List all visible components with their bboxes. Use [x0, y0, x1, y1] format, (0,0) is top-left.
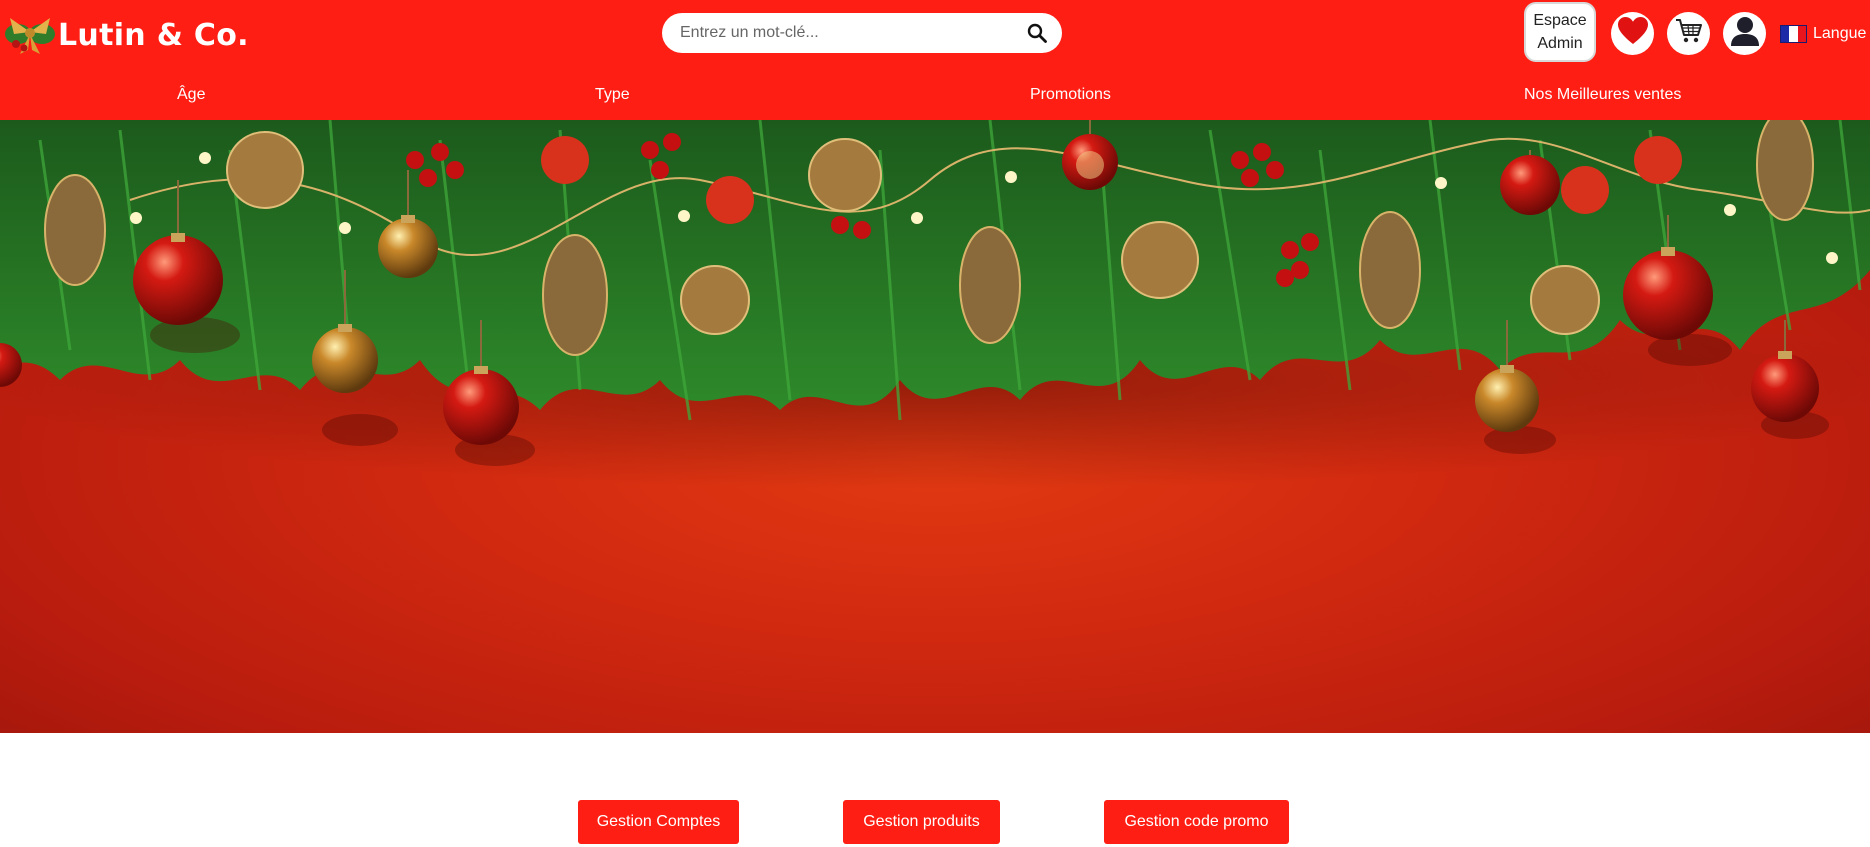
- manage-accounts-button[interactable]: Gestion Comptes: [578, 800, 739, 844]
- language-label: Langue: [1813, 25, 1867, 42]
- heart-icon: [1617, 16, 1649, 51]
- admin-button-line1: Espace: [1533, 12, 1587, 29]
- manage-promo-codes-button[interactable]: Gestion code promo: [1104, 800, 1289, 844]
- manage-products-button[interactable]: Gestion produits: [843, 800, 1000, 844]
- nav-item-age[interactable]: Âge: [177, 86, 205, 104]
- account-button[interactable]: [1723, 12, 1766, 55]
- search-icon[interactable]: [1026, 22, 1048, 44]
- admin-space-button[interactable]: Espace Admin: [1524, 2, 1596, 62]
- favorites-button[interactable]: [1611, 12, 1654, 55]
- brand-logo[interactable]: Lutin & Co.: [4, 12, 249, 58]
- christmas-garland-illustration: [0, 120, 1870, 490]
- brand-name: Lutin & Co.: [58, 17, 249, 53]
- hero-banner-image: [0, 120, 1870, 733]
- nav-item-best-sellers[interactable]: Nos Meilleures ventes: [1524, 86, 1681, 104]
- nav-item-promotions[interactable]: Promotions: [1030, 86, 1111, 104]
- cart-button[interactable]: [1667, 12, 1710, 55]
- nav-item-type[interactable]: Type: [595, 86, 630, 104]
- gift-bow-icon: [4, 12, 56, 58]
- user-icon: [1730, 15, 1760, 52]
- flag-fr-icon: [1780, 25, 1807, 43]
- cart-icon: [1675, 18, 1703, 49]
- search-input[interactable]: [678, 23, 1026, 43]
- site-header: Lutin & Co. Espace Admin: [0, 0, 1870, 120]
- search-bar: [662, 13, 1062, 53]
- language-selector[interactable]: Langue: [1780, 22, 1866, 46]
- admin-button-line2: Admin: [1537, 35, 1583, 52]
